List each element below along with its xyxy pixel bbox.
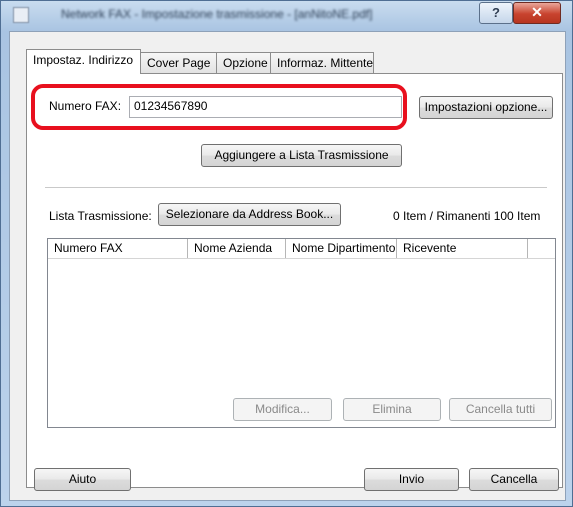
help-button[interactable]: Aiuto — [34, 468, 131, 491]
tab-impostaz-indirizzo[interactable]: Impostaz. Indirizzo — [26, 49, 141, 74]
tab-opzione[interactable]: Opzione — [216, 52, 271, 73]
select-from-address-book-button[interactable]: Selezionare da Address Book... — [158, 203, 341, 226]
close-button[interactable]: ✕ — [513, 2, 561, 24]
cancel-button[interactable]: Cancella — [469, 468, 559, 491]
tab-cover-page[interactable]: Cover Page — [140, 52, 217, 73]
delete-button[interactable]: Elimina — [343, 398, 441, 421]
fax-field-highlight — [31, 84, 407, 130]
title-bar[interactable]: Network FAX - Impostazione trasmissione … — [1, 1, 572, 29]
column-header-filler — [528, 239, 555, 258]
section-divider — [45, 187, 547, 189]
column-header-recipient[interactable]: Ricevente — [397, 239, 528, 258]
column-header-company-name[interactable]: Nome Azienda — [188, 239, 286, 258]
window-title: Network FAX - Impostazione trasmissione … — [61, 7, 373, 21]
clear-all-button[interactable]: Cancella tutti — [449, 398, 552, 421]
app-icon — [13, 7, 29, 23]
send-button[interactable]: Invio — [364, 468, 459, 491]
add-to-list-button[interactable]: Aggiungere a Lista Trasmissione — [201, 144, 402, 167]
column-header-fax-number[interactable]: Numero FAX — [48, 239, 188, 258]
column-header-department-name[interactable]: Nome Dipartimento — [286, 239, 397, 258]
help-title-button[interactable]: ? — [479, 2, 513, 24]
dialog-window: Network FAX - Impostazione trasmissione … — [0, 0, 573, 507]
edit-button[interactable]: Modifica... — [233, 398, 332, 421]
option-settings-button[interactable]: Impostazioni opzione... — [419, 96, 553, 119]
transmission-list-label: Lista Trasmissione: — [49, 209, 152, 223]
list-header: Numero FAX Nome Azienda Nome Dipartiment… — [48, 239, 555, 259]
item-count-text: 0 Item / Rimanenti 100 Item — [393, 209, 541, 223]
tab-informaz-mittente[interactable]: Informaz. Mittente — [270, 52, 374, 73]
